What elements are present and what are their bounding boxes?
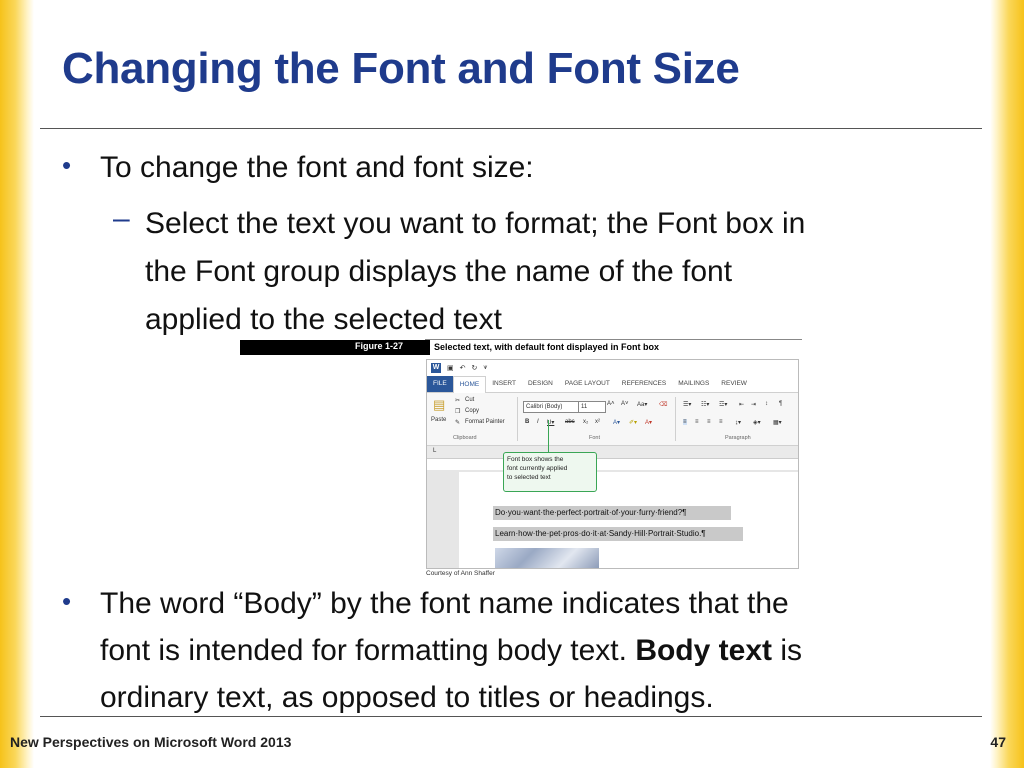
bullet-dot: • xyxy=(62,150,72,180)
sub-bullet-dash: – xyxy=(113,202,130,235)
undo-icon: ↶ xyxy=(459,365,466,372)
paste-icon: ▤ xyxy=(433,397,446,412)
font-box-callout: Font box shows the font currently applie… xyxy=(503,452,597,492)
bullets-icon: ☰▾ xyxy=(683,402,692,408)
sub-bullet-1-line3: applied to the selected text xyxy=(145,303,502,336)
shrink-font-icon: A˅ xyxy=(621,401,629,407)
highlight-icon: ✐▾ xyxy=(629,420,638,426)
increase-indent-icon: ⇥ xyxy=(751,402,757,408)
redo-icon: ↻ xyxy=(471,365,478,372)
font-group-label: Font xyxy=(589,435,601,441)
bullet-2-line3: ordinary text, as opposed to titles or h… xyxy=(100,681,714,714)
copy-icon: ❐ xyxy=(455,409,461,415)
word-window-screenshot: W ▣ ↶ ↻ ⩛ FILE HOME INSERT DESIGN PAGE L… xyxy=(426,359,799,569)
save-icon: ▣ xyxy=(447,365,454,372)
italic-icon: I xyxy=(537,419,539,425)
justify-icon: ≡ xyxy=(719,419,723,425)
footer-title: New Perspectives on Microsoft Word 2013 xyxy=(10,734,292,750)
align-center-icon: ≡ xyxy=(695,419,699,425)
group-separator xyxy=(675,397,676,441)
document-photo xyxy=(495,548,599,568)
decrease-indent-icon: ⇤ xyxy=(739,402,745,408)
numbering-icon: ☷▾ xyxy=(701,402,710,408)
tab-insert: INSERT xyxy=(492,380,516,387)
sub-bullet-1-line1: Select the text you want to format; the … xyxy=(145,207,806,240)
format-painter-label: Format Painter xyxy=(465,419,505,425)
text-effects-icon: A▾ xyxy=(613,420,621,426)
bullet-2-line2-end: is xyxy=(772,634,802,667)
bullet-1-text: To change the font and font size: xyxy=(100,151,534,184)
borders-icon: ▦▾ xyxy=(773,420,782,426)
tab-home: HOME xyxy=(452,375,487,393)
callout-line-1: Font box shows the xyxy=(507,456,564,463)
strikethrough-icon: abc xyxy=(565,419,575,425)
change-case-icon: Aa▾ xyxy=(637,402,648,408)
align-left-icon: ≡ xyxy=(683,419,687,425)
ribbon-home: ▤ Paste ✂ Cut ❐ Copy ✎ Format Painter Cl… xyxy=(427,393,798,446)
footer-divider xyxy=(40,716,982,717)
bullet-2-line2: font is intended for formatting body tex… xyxy=(100,627,802,675)
callout-line-2: font currently applied xyxy=(507,465,568,472)
clipboard-group-label: Clipboard xyxy=(453,435,477,441)
font-box: Calibri (Body) xyxy=(523,401,579,413)
bullet-2-line2-text: font is intended for formatting body tex… xyxy=(100,634,636,667)
body-text-term: Body text xyxy=(635,634,772,667)
line-spacing-icon: ↨▾ xyxy=(735,420,742,426)
font-color-icon: A▾ xyxy=(645,420,653,426)
font-size-box: 11 xyxy=(578,401,606,413)
sub-bullet-1-line2: the Font group displays the name of the … xyxy=(145,255,733,288)
paragraph-group-label: Paragraph xyxy=(725,435,751,441)
sort-icon: ↕ xyxy=(765,401,768,407)
tab-design: DESIGN xyxy=(527,380,553,387)
callout-pointer-line xyxy=(548,420,549,452)
tab-selector-icon: L xyxy=(433,448,437,454)
selected-text-line-2: Learn·how·the·pet·pros·do·it·at·Sandy·Hi… xyxy=(493,527,743,541)
callout-line-3: to selected text xyxy=(507,474,551,481)
ribbon-tabs: FILE HOME INSERT DESIGN PAGE LAYOUT REFE… xyxy=(427,375,798,393)
align-right-icon: ≡ xyxy=(707,419,711,425)
copy-label: Copy xyxy=(465,408,480,414)
page-number: 47 xyxy=(990,734,1006,750)
cut-icon: ✂ xyxy=(455,398,461,404)
right-accent-band xyxy=(990,0,1024,768)
figure-credit: Courtesy of Ann Shaffer xyxy=(426,570,495,577)
figure-caption: Selected text, with default font display… xyxy=(430,340,806,355)
bullet-2-line1: The word “Body” by the font name indicat… xyxy=(100,587,789,620)
tab-references: REFERENCES xyxy=(621,380,667,387)
slide-title: Changing the Font and Font Size xyxy=(62,44,740,93)
grow-font-icon: A˄ xyxy=(607,401,615,407)
tab-mailings: MAILINGS xyxy=(678,380,710,387)
show-marks-icon: ¶ xyxy=(779,401,783,407)
word-app-icon: W xyxy=(431,363,441,373)
subscript-icon: x₂ xyxy=(583,419,589,425)
customize-qat-icon: ⩛ xyxy=(483,364,488,371)
bold-icon: B xyxy=(525,419,530,425)
tab-review: REVIEW xyxy=(721,380,747,387)
selected-text-line-1: Do·you·want·the·perfect·portrait·of·your… xyxy=(493,506,731,520)
tab-page-layout: PAGE LAYOUT xyxy=(564,380,610,387)
figure-label: Figure 1-27 xyxy=(355,341,404,351)
bullet-dot: • xyxy=(62,586,72,616)
paste-label: Paste xyxy=(431,417,447,423)
title-divider xyxy=(40,128,982,129)
superscript-icon: x² xyxy=(595,419,600,425)
left-accent-band xyxy=(0,0,34,768)
group-separator xyxy=(517,397,518,441)
clear-formatting-icon: ⌫ xyxy=(659,402,668,408)
tab-file: FILE xyxy=(427,376,453,392)
horizontal-ruler: L xyxy=(427,446,798,459)
format-painter-icon: ✎ xyxy=(455,420,461,426)
shading-icon: ◈▾ xyxy=(753,420,761,426)
multilevel-list-icon: ☲▾ xyxy=(719,402,728,408)
quick-access-toolbar: W ▣ ↶ ↻ ⩛ xyxy=(427,360,798,376)
cut-label: Cut xyxy=(465,397,475,403)
